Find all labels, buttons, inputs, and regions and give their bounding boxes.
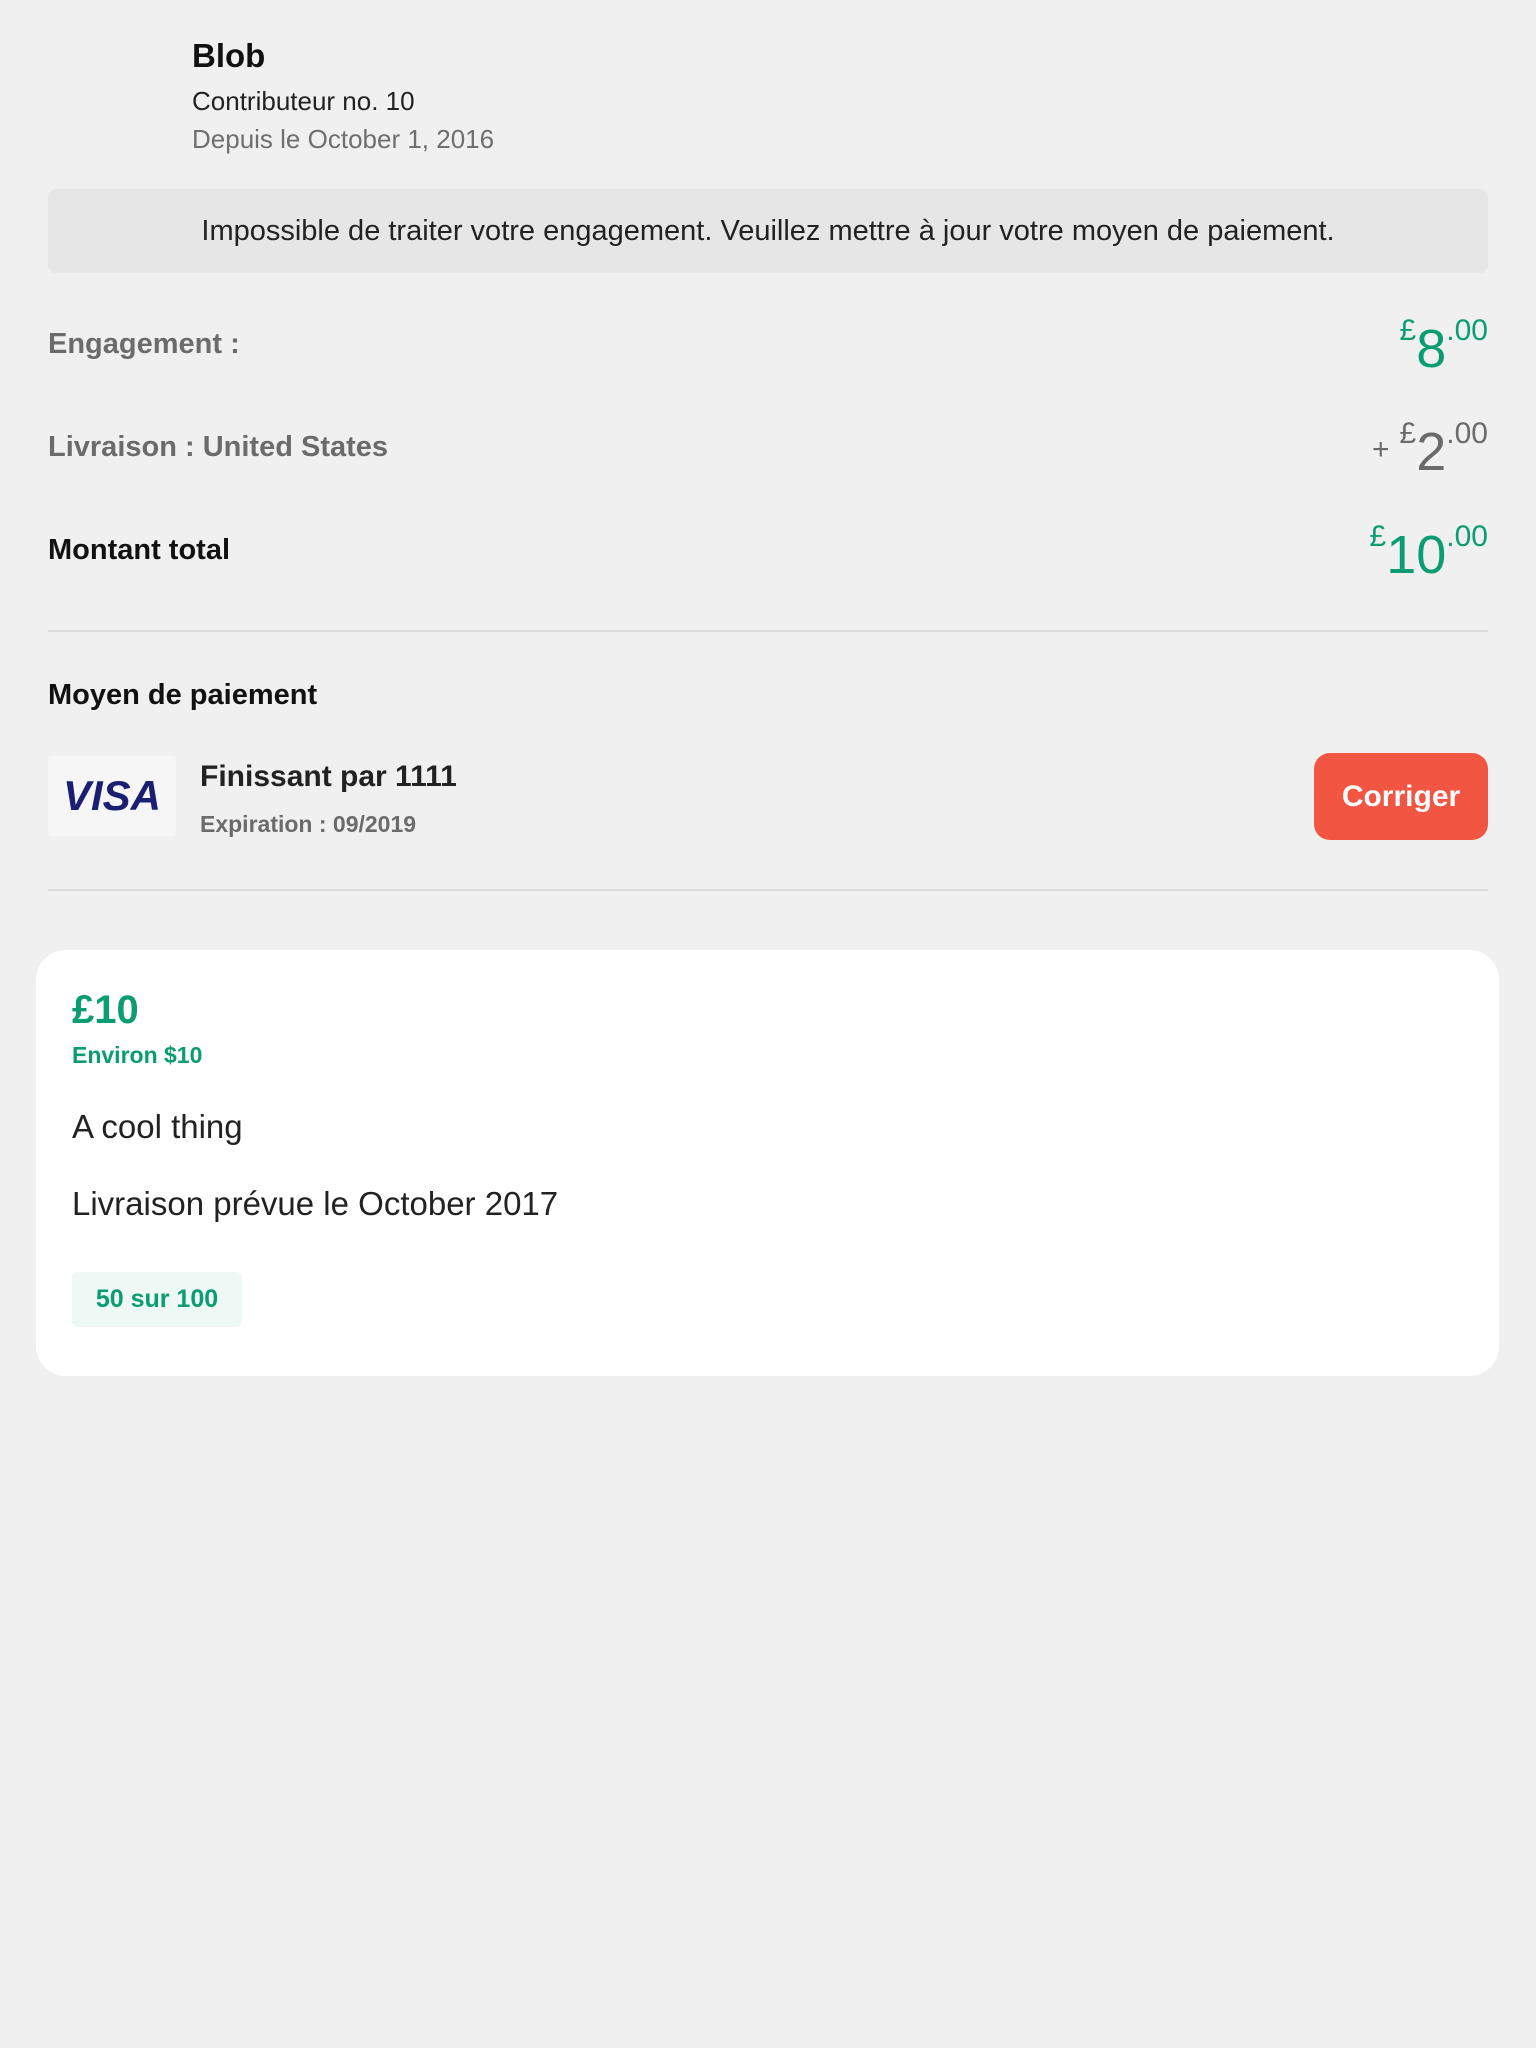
pledge-page: Blob Contributeur no. 10 Depuis le Octob… bbox=[0, 0, 1536, 2048]
shipping-integer: 2 bbox=[1416, 422, 1447, 482]
payment-error-message: Impossible de traiter votre engagement. … bbox=[201, 214, 1335, 247]
reward-title: A cool thing bbox=[72, 1108, 243, 1145]
total-currency: £ bbox=[1369, 520, 1387, 553]
shipping-row: Livraison : United States + £ 2 .00 bbox=[48, 415, 1488, 482]
reward-card: £10 Environ $10 A cool thing Livraison p… bbox=[36, 950, 1499, 1376]
total-integer: 10 bbox=[1386, 525, 1447, 585]
payment-error-banner: Impossible de traiter votre engagement. … bbox=[48, 189, 1488, 273]
backer-since-date: Depuis le October 1, 2016 bbox=[192, 124, 495, 154]
total-amount: £ 10 .00 bbox=[1369, 518, 1488, 585]
card-details: Finissant par 1111 Expiration : 09/2019 bbox=[200, 758, 457, 838]
card-expiration: Expiration : 09/2019 bbox=[200, 811, 417, 837]
visa-logo-icon: VISA bbox=[63, 774, 161, 818]
shipping-decimal: .00 bbox=[1446, 417, 1488, 450]
pledge-integer: 8 bbox=[1416, 319, 1447, 379]
divider bbox=[48, 889, 1488, 891]
pledge-row: Engagement : £ 8 .00 bbox=[48, 312, 1488, 379]
pledge-decimal: .00 bbox=[1446, 314, 1488, 347]
visa-logo-text: VISA bbox=[63, 774, 161, 818]
pledge-amount: £ 8 .00 bbox=[1399, 312, 1488, 379]
total-row: Montant total £ 10 .00 bbox=[48, 518, 1488, 585]
payment-method-title: Moyen de paiement bbox=[48, 679, 318, 711]
total-decimal: .00 bbox=[1446, 520, 1488, 553]
shipping-label: Livraison : United States bbox=[48, 430, 389, 463]
pledge-label: Engagement : bbox=[48, 327, 240, 360]
shipping-currency: £ bbox=[1399, 417, 1417, 450]
backer-header: Blob Contributeur no. 10 Depuis le Octob… bbox=[192, 34, 494, 156]
shipping-plus: + bbox=[1372, 433, 1390, 466]
divider bbox=[48, 630, 1488, 632]
fix-payment-button[interactable]: Corriger bbox=[1314, 753, 1488, 840]
pledge-currency: £ bbox=[1399, 314, 1417, 347]
reward-limit-label: 50 sur 100 bbox=[95, 1285, 219, 1313]
card-ending: Finissant par 1111 bbox=[200, 760, 457, 793]
total-label: Montant total bbox=[48, 533, 231, 566]
reward-limit-badge: 50 sur 100 bbox=[72, 1272, 242, 1327]
shipping-amount: + £ 2 .00 bbox=[1372, 415, 1488, 482]
backer-number: Contributeur no. 10 bbox=[192, 86, 415, 116]
backer-name: Blob bbox=[192, 37, 266, 74]
reward-approx-amount: Environ $10 bbox=[72, 1042, 203, 1068]
reward-amount: £10 bbox=[72, 988, 139, 1032]
visa-card-icon: VISA bbox=[48, 756, 176, 836]
reward-estimated-delivery: Livraison prévue le October 2017 bbox=[72, 1185, 559, 1222]
